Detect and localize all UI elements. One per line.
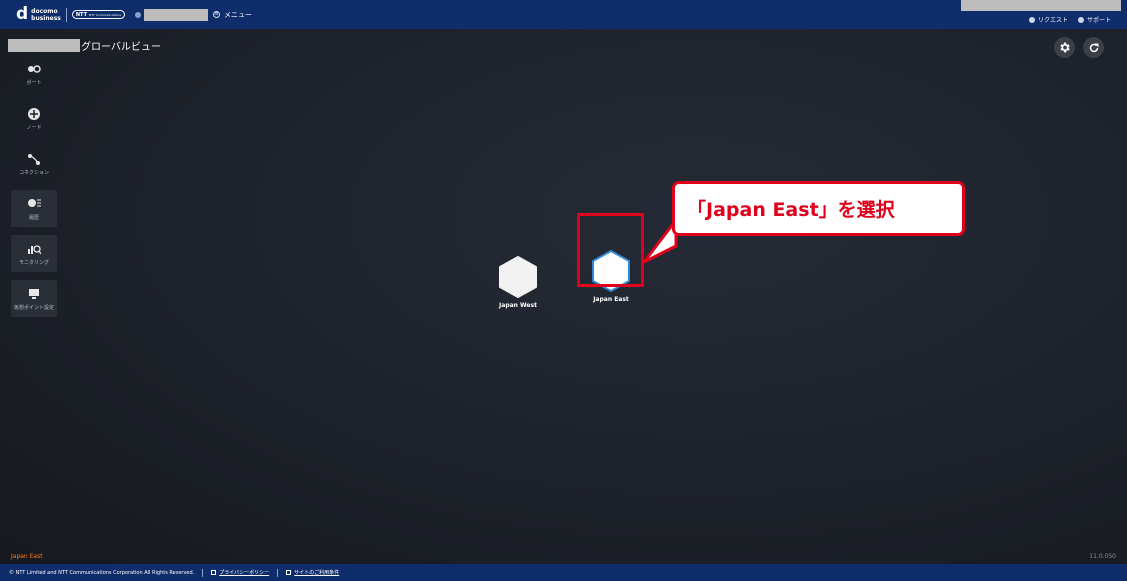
tenant-icon bbox=[135, 11, 142, 18]
page-title: グローバルビュー bbox=[81, 42, 161, 53]
ntt-communications-logo: NTT NTT Communications bbox=[71, 10, 126, 19]
region-japan-west[interactable]: Japan West bbox=[496, 255, 540, 309]
external-link-icon bbox=[211, 570, 217, 575]
logo-divider bbox=[65, 7, 67, 22]
external-link-icon bbox=[286, 570, 292, 575]
top-header: d docomo business NTT NTT Communications… bbox=[0, 0, 1127, 29]
request-link[interactable]: リクエスト bbox=[1028, 15, 1068, 24]
hexagon-icon bbox=[499, 256, 537, 298]
history-icon bbox=[28, 198, 41, 207]
nav-item-node[interactable]: ノード bbox=[11, 100, 57, 137]
monitor-icon bbox=[29, 288, 39, 299]
terms-of-use-link[interactable]: サイトのご利用条件 bbox=[286, 569, 339, 576]
connection-icon bbox=[28, 153, 40, 165]
header-links: リクエスト サポート bbox=[1028, 15, 1111, 24]
side-navigation: ポート ノード コネクション 履歴 モニタリング 仮想ポイント設定 bbox=[11, 55, 57, 325]
copyright-text: © NTT Limited and NTT Communications Cor… bbox=[9, 569, 195, 576]
menu-icon: ≡ bbox=[213, 11, 221, 18]
nav-item-monitoring[interactable]: モニタリング bbox=[11, 235, 57, 272]
nav-item-virtual-point[interactable]: 仮想ポイント設定 bbox=[11, 280, 57, 317]
gear-icon bbox=[1060, 42, 1070, 53]
refresh-icon bbox=[1089, 43, 1098, 52]
nav-item-history[interactable]: 履歴 bbox=[11, 190, 57, 227]
nav-item-connection[interactable]: コネクション bbox=[11, 145, 57, 182]
selected-region-status: Japan East bbox=[11, 553, 43, 560]
redacted-user-info bbox=[961, 0, 1121, 11]
version-label: 11.0.050 bbox=[1089, 553, 1116, 560]
callout-text: 「Japan East」を選択 bbox=[687, 199, 895, 221]
support-link[interactable]: サポート bbox=[1077, 15, 1111, 24]
port-icon bbox=[28, 64, 41, 73]
highlight-box bbox=[577, 213, 644, 287]
page-footer: © NTT Limited and NTT Communications Cor… bbox=[0, 564, 1127, 581]
refresh-button[interactable] bbox=[1083, 37, 1104, 58]
node-icon bbox=[28, 107, 40, 120]
logo-wordmark: docomo business bbox=[31, 7, 61, 22]
global-view-canvas[interactable]: グローバルビュー ポート ノード コネクション 履歴 モニタリング 仮想ポイント… bbox=[0, 29, 1127, 564]
redacted-tenant-name bbox=[144, 8, 209, 21]
monitoring-icon bbox=[28, 244, 41, 254]
settings-button[interactable] bbox=[1054, 37, 1075, 58]
menu-button[interactable]: ≡ メニュー bbox=[213, 10, 252, 20]
bell-icon bbox=[1028, 16, 1035, 23]
footer-divider bbox=[277, 568, 279, 577]
privacy-policy-link[interactable]: プライバシーポリシー bbox=[211, 569, 269, 576]
help-icon bbox=[1077, 16, 1084, 23]
page-title-row: グローバルビュー bbox=[8, 38, 161, 53]
instruction-callout: 「Japan East」を選択 bbox=[672, 181, 965, 236]
footer-divider bbox=[202, 568, 204, 577]
redacted-title-prefix bbox=[8, 39, 80, 52]
docomo-business-logo[interactable]: d docomo business NTT NTT Communications bbox=[16, 0, 126, 29]
nav-item-port[interactable]: ポート bbox=[11, 55, 57, 92]
docomo-d-glyph: d bbox=[16, 4, 29, 24]
